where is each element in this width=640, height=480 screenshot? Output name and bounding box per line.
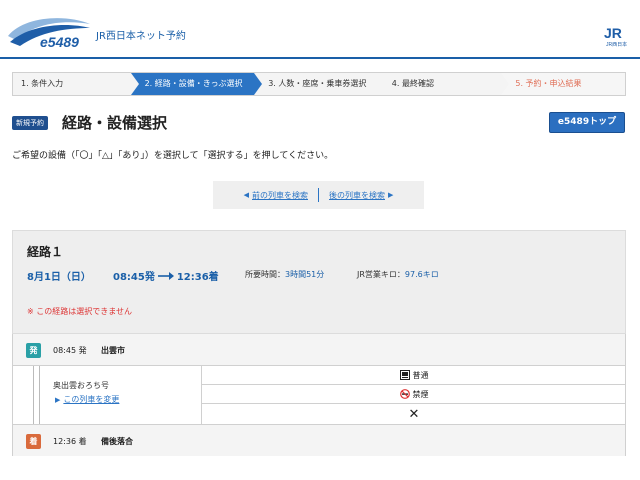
route-arr-time: 12:36着 (176, 272, 219, 283)
arrow-right-icon (157, 271, 174, 280)
step-4: 4. 最終確認 (377, 73, 509, 95)
departure-time: 08:45 発 (53, 346, 87, 355)
departure-row: 発 08:45 発 出雲市 (13, 334, 625, 366)
duration-label: 所要時間： (245, 270, 285, 279)
change-triangle-icon: ▶ (55, 396, 61, 404)
pager-separator (318, 188, 319, 202)
route-line-left (33, 366, 34, 424)
duration-value: 3時間51分 (285, 270, 325, 279)
route-line-right (39, 366, 40, 424)
header-divider (0, 57, 640, 59)
page-title: 経路・設備選択 (62, 114, 168, 132)
new-reservation-badge: 新規予約 (12, 116, 48, 130)
arrival-station: 備後落合 (101, 437, 133, 446)
train-info: 奥出雲おろち号 ▶ この列車を変更 普通 禁煙 ✕ (13, 366, 626, 424)
route-label: 経路１ (27, 245, 64, 259)
distance-value: 97.6キロ (404, 270, 439, 279)
arrival-badge: 着 (26, 434, 41, 449)
facility-row-availability: ✕ (202, 404, 626, 424)
facility-column: 普通 禁煙 ✕ (201, 366, 626, 424)
route-duration: 所要時間：3時間51分 (245, 269, 324, 280)
route-unavailable-warning: ※ この経路は選択できません (27, 307, 133, 316)
departure-badge: 発 (26, 343, 41, 358)
jr-west-logo: JR JR西日本 (604, 25, 627, 48)
step-1: 1. 条件入力 (13, 73, 139, 95)
e5489-top-button[interactable]: e5489トップ (549, 112, 625, 133)
facility-class-label: 普通 (412, 370, 429, 380)
facility-row-class: 普通 (202, 366, 626, 385)
route-dep-time: 08:45発 (113, 272, 155, 283)
train-name: 奥出雲おろち号 (53, 381, 109, 390)
change-train-label: この列車を変更 (63, 395, 120, 404)
route-distance: JR営業キロ：97.6キロ (357, 269, 439, 280)
route-segment: 発 08:45 発 出雲市 奥出雲おろち号 ▶ この列車を変更 普通 禁煙 ✕ 着… (12, 334, 626, 456)
svg-text:JR西日本: JR西日本 (606, 41, 627, 48)
next-train-link[interactable]: 後の列車を検索 (329, 190, 385, 201)
no-smoking-icon (399, 389, 410, 399)
route-summary-panel: 経路１ 8月1日（日） 08:45発 12:36着 所要時間：3時間51分 JR… (12, 230, 626, 334)
facility-row-smoking: 禁煙 (202, 385, 626, 404)
service-name: JR西日本ネット予約 (96, 31, 186, 42)
change-train-link[interactable]: ▶ この列車を変更 (55, 394, 119, 405)
e5489-logo[interactable]: e5489 (6, 14, 90, 52)
facility-smoking-label: 禁煙 (412, 389, 429, 399)
arrival-time: 12:36 着 (53, 437, 87, 446)
svg-text:e5489: e5489 (40, 34, 79, 50)
route-times: 08:45発 12:36着 (113, 268, 219, 283)
train-search-pager: ◀ 前の列車を検索 後の列車を検索 ▶ (213, 181, 424, 209)
svg-text:JR: JR (604, 25, 622, 41)
prev-train-link[interactable]: 前の列車を検索 (252, 190, 308, 201)
arrival-row: 着 12:36 着 備後落合 (13, 424, 625, 456)
unavailable-mark: ✕ (408, 406, 420, 422)
next-triangle-icon: ▶ (388, 191, 394, 199)
progress-steps: 1. 条件入力 2. 経路・設備・きっぷ選択 3. 人数・座席・乗車券選択 4.… (12, 72, 626, 96)
route-date: 8月1日（日） (27, 272, 91, 283)
ordinary-seat-icon (399, 370, 410, 380)
instruction-text: ご希望の設備（「〇」「△」「あり」）を選択して「選択する」を押してください。 (12, 151, 334, 161)
departure-station: 出雲市 (101, 346, 125, 355)
step-2-current: 2. 経路・設備・きっぷ選択 (130, 73, 262, 95)
header: e5489 JR西日本ネット予約 JR JR西日本 (0, 0, 640, 59)
step-5: 5. 予約・申込結果 (501, 73, 625, 95)
step-3: 3. 人数・座席・乗車券選択 (254, 73, 386, 95)
distance-label: JR営業キロ： (357, 270, 405, 279)
prev-triangle-icon: ◀ (243, 191, 249, 199)
